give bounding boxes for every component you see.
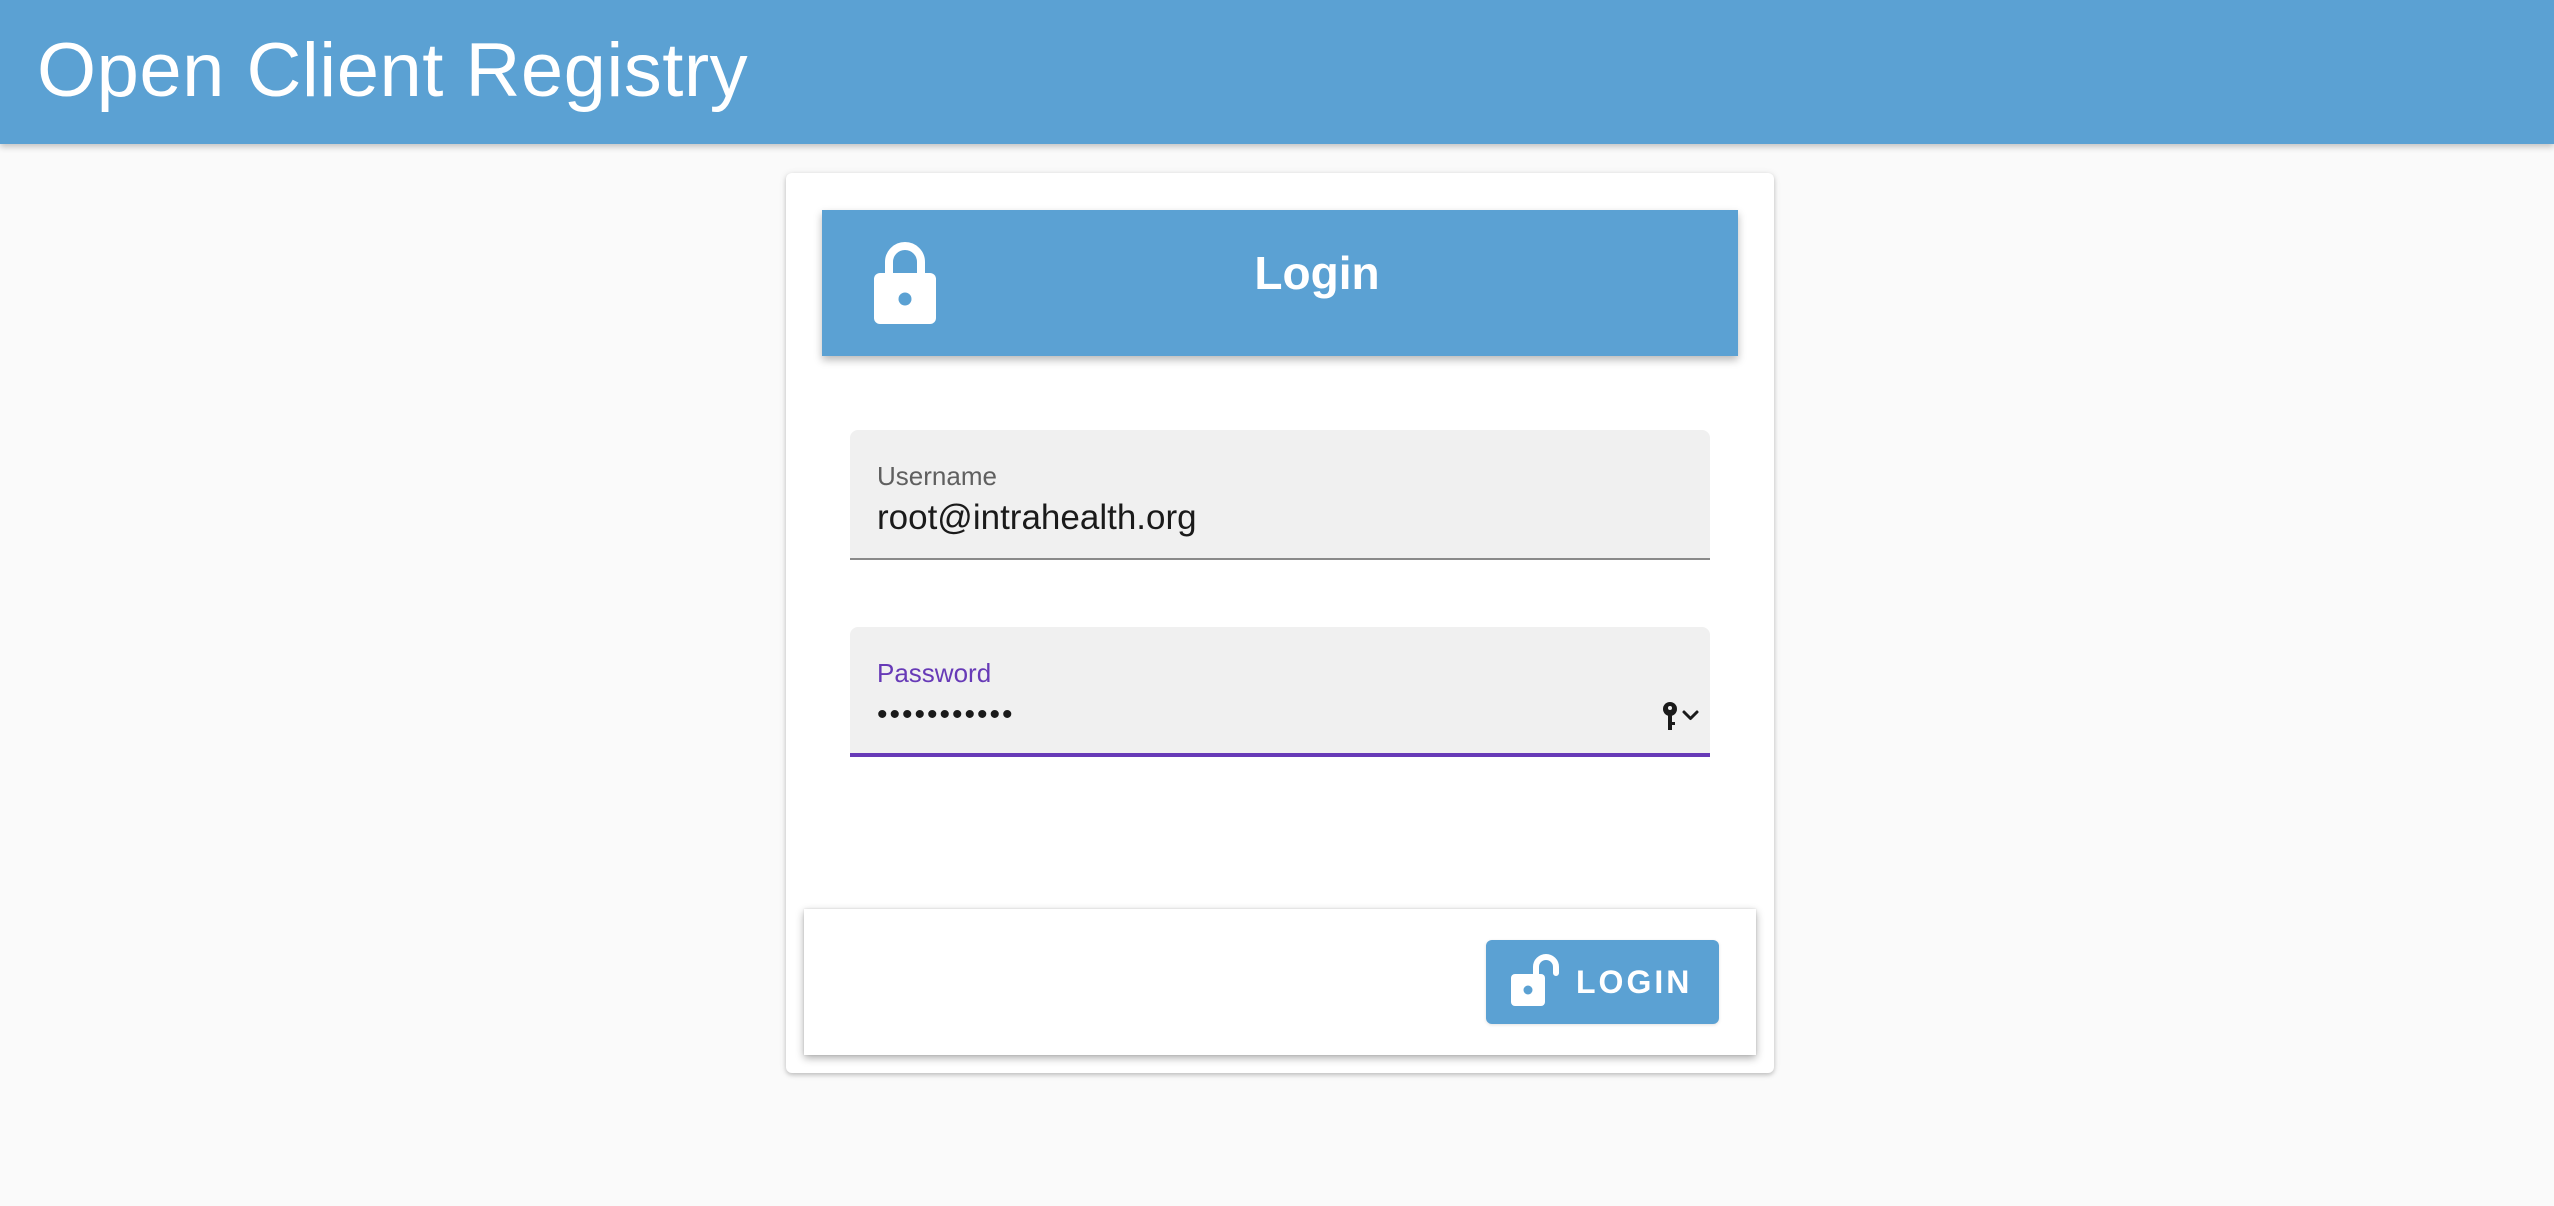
password-input[interactable]: ••••••••••• [877,694,1617,736]
password-label: Password [877,658,992,688]
login-button[interactable]: LOGIN [1486,940,1719,1024]
login-card: Login Username root@intrahealth.org Pass… [786,173,1774,1073]
login-title: Login [1254,247,1380,299]
login-button-label: LOGIN [1576,964,1693,1000]
app-title: Open Client Registry [37,28,749,113]
card-actions: LOGIN [804,909,1756,1055]
username-label: Username [877,461,997,491]
username-field[interactable]: Username root@intrahealth.org [850,430,1710,560]
login-card-header: Login [822,210,1738,356]
lock-open-icon [1511,954,1559,1006]
username-input[interactable]: root@intrahealth.org [877,497,1617,539]
key-icon[interactable] [1660,700,1704,732]
password-field[interactable]: Password ••••••••••• [850,627,1710,757]
app-bar: Open Client Registry [0,0,2554,144]
